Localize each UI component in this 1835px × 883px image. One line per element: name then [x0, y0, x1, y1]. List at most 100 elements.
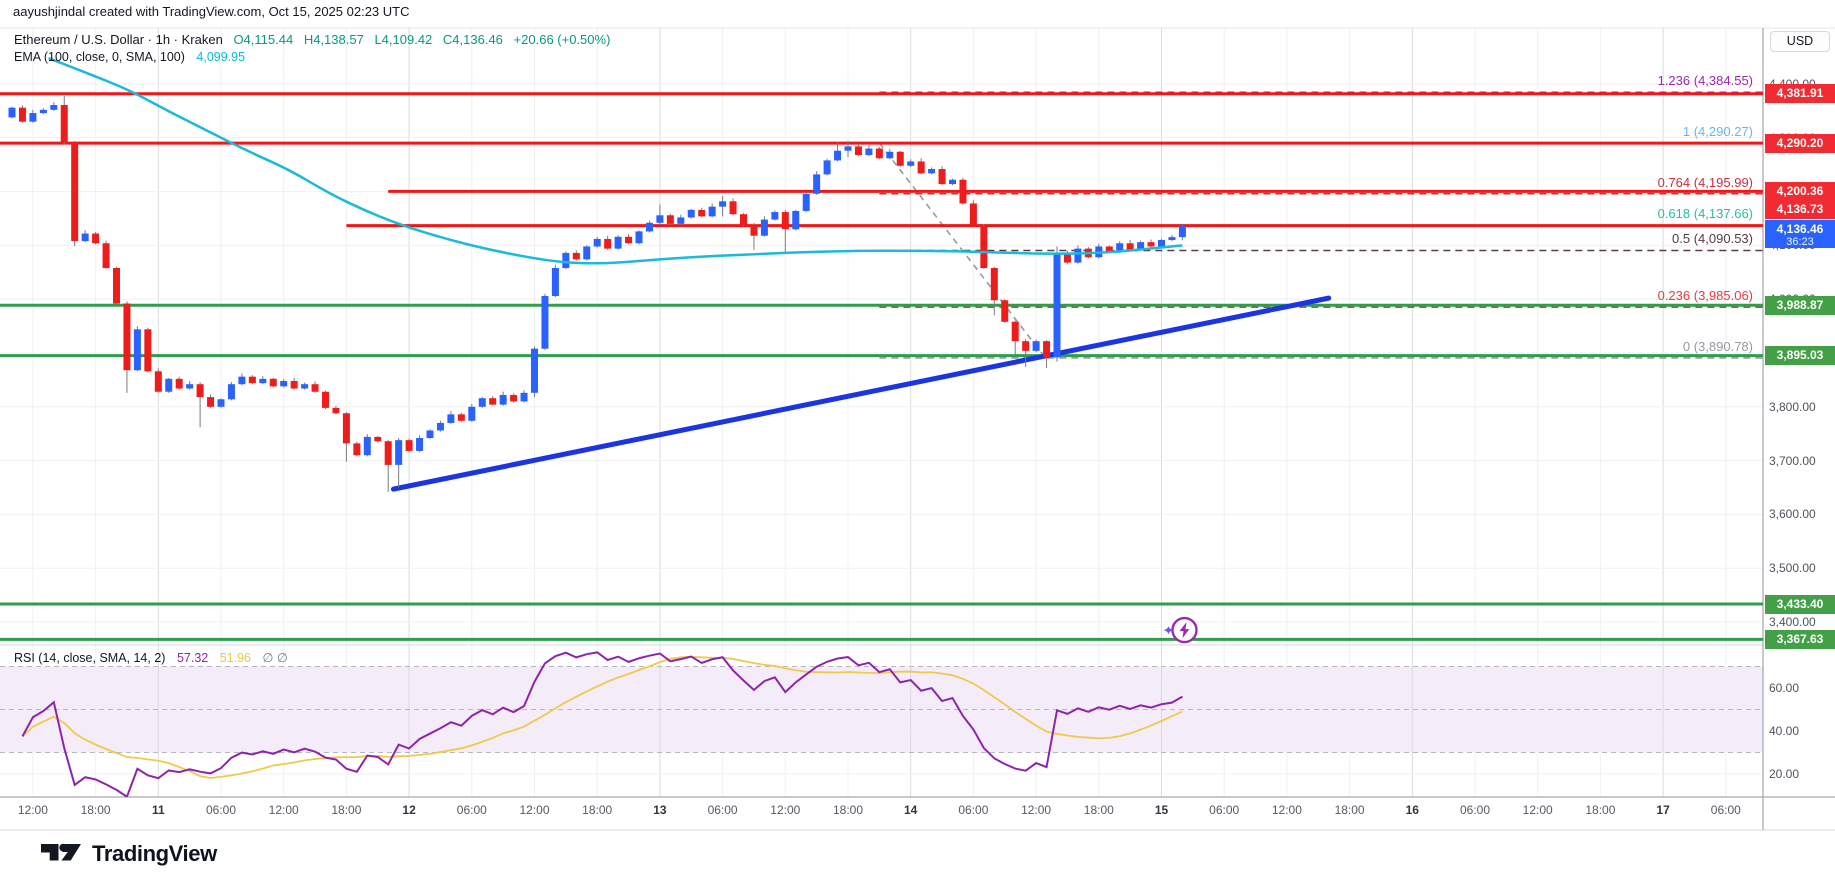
time-label: 06:00: [457, 803, 487, 817]
ema-value: 4,099.95: [196, 50, 245, 64]
candle: [479, 398, 486, 407]
tradingview-logo[interactable]: TradingView: [40, 841, 217, 867]
time-label: 18:00: [81, 803, 111, 817]
chart-canvas[interactable]: [0, 0, 1835, 834]
candle: [688, 210, 695, 218]
candle: [165, 379, 172, 392]
candle: [928, 169, 935, 173]
tradingview-logo-text: TradingView: [92, 841, 217, 867]
candle: [291, 381, 298, 389]
price-label-value: 3,895.03: [1765, 346, 1835, 365]
candle: [782, 212, 789, 229]
time-label: 18:00: [833, 803, 863, 817]
candle: [1179, 226, 1186, 237]
time-label: 12:00: [1021, 803, 1051, 817]
candle: [1022, 341, 1029, 351]
candle: [9, 108, 16, 118]
candle: [604, 239, 611, 249]
time-label: 17: [1656, 803, 1669, 817]
candle: [19, 108, 26, 122]
candle: [218, 399, 225, 407]
candle: [406, 440, 413, 451]
symbol-title: Ethereum / U.S. Dollar · 1h · Kraken: [14, 32, 223, 47]
candle: [50, 105, 57, 110]
time-label: 12:00: [519, 803, 549, 817]
candle: [29, 113, 36, 122]
candle: [803, 194, 810, 211]
candle: [834, 151, 841, 161]
price-tick: 3,600.00: [1769, 507, 1816, 521]
price-label-value: 4,136.73: [1765, 200, 1835, 219]
price-label-value: 3,433.40: [1765, 595, 1835, 614]
price-tick: 3,500.00: [1769, 561, 1816, 575]
candle: [656, 215, 663, 223]
candle: [144, 329, 151, 371]
candle: [1148, 242, 1155, 246]
candle: [416, 438, 423, 451]
candle: [301, 384, 308, 388]
time-label: 06:00: [1460, 803, 1490, 817]
rsi-tick: 40.00: [1769, 724, 1799, 738]
candle: [71, 142, 78, 241]
candle: [1043, 341, 1050, 357]
price-label: 4,136.73: [1765, 200, 1835, 219]
price-tick: 3,700.00: [1769, 454, 1816, 468]
candle: [1168, 237, 1175, 240]
candle: [949, 180, 956, 184]
price-label-value: 4,290.20: [1765, 134, 1835, 153]
time-label: 12:00: [18, 803, 48, 817]
candle: [991, 268, 998, 300]
candle: [1033, 341, 1040, 351]
candle: [594, 239, 601, 247]
candle: [541, 296, 548, 349]
candle: [573, 253, 580, 259]
candle: [886, 152, 893, 158]
candle: [959, 180, 966, 204]
candle: [176, 379, 183, 389]
candle: [876, 149, 883, 159]
candle: [636, 231, 643, 243]
candle: [615, 237, 622, 249]
candle: [1158, 240, 1165, 246]
candle: [437, 423, 444, 431]
time-label: 18:00: [1585, 803, 1615, 817]
candle: [1074, 249, 1081, 263]
time-label: 06:00: [1711, 803, 1741, 817]
currency-button[interactable]: USD: [1770, 31, 1830, 52]
ema-line[interactable]: [49, 58, 1183, 263]
ohlc-close: C4,136.46: [443, 32, 503, 47]
rsi-value: 57.32: [177, 651, 208, 665]
rsi-tick: 60.00: [1769, 681, 1799, 695]
candle: [82, 234, 89, 242]
candle: [427, 430, 434, 438]
candle: [750, 225, 757, 236]
candle: [677, 217, 684, 223]
candle: [761, 220, 768, 236]
candle: [824, 160, 831, 174]
candle: [719, 201, 726, 206]
candle: [280, 381, 287, 386]
candle: [855, 146, 862, 155]
candle: [322, 392, 329, 408]
candle: [813, 174, 820, 193]
price-label-value: 3,367.63: [1765, 630, 1835, 649]
price-label-value: 3,988.87: [1765, 296, 1835, 315]
candle: [186, 384, 193, 388]
candle: [447, 414, 454, 423]
candle: [625, 237, 632, 243]
candle: [92, 234, 99, 244]
candle: [228, 384, 235, 399]
candle: [500, 395, 507, 405]
candle: [489, 398, 496, 404]
rsi-tick: 20.00: [1769, 767, 1799, 781]
candle: [740, 214, 747, 225]
candle: [730, 201, 737, 214]
time-label: 13: [653, 803, 666, 817]
price-label: 4,290.20: [1765, 134, 1835, 153]
time-label: 12: [402, 803, 415, 817]
candle: [395, 440, 402, 465]
price-label: 4,200.36: [1765, 182, 1835, 201]
candle: [197, 384, 204, 397]
candle: [939, 169, 946, 184]
time-label: 12:00: [269, 803, 299, 817]
